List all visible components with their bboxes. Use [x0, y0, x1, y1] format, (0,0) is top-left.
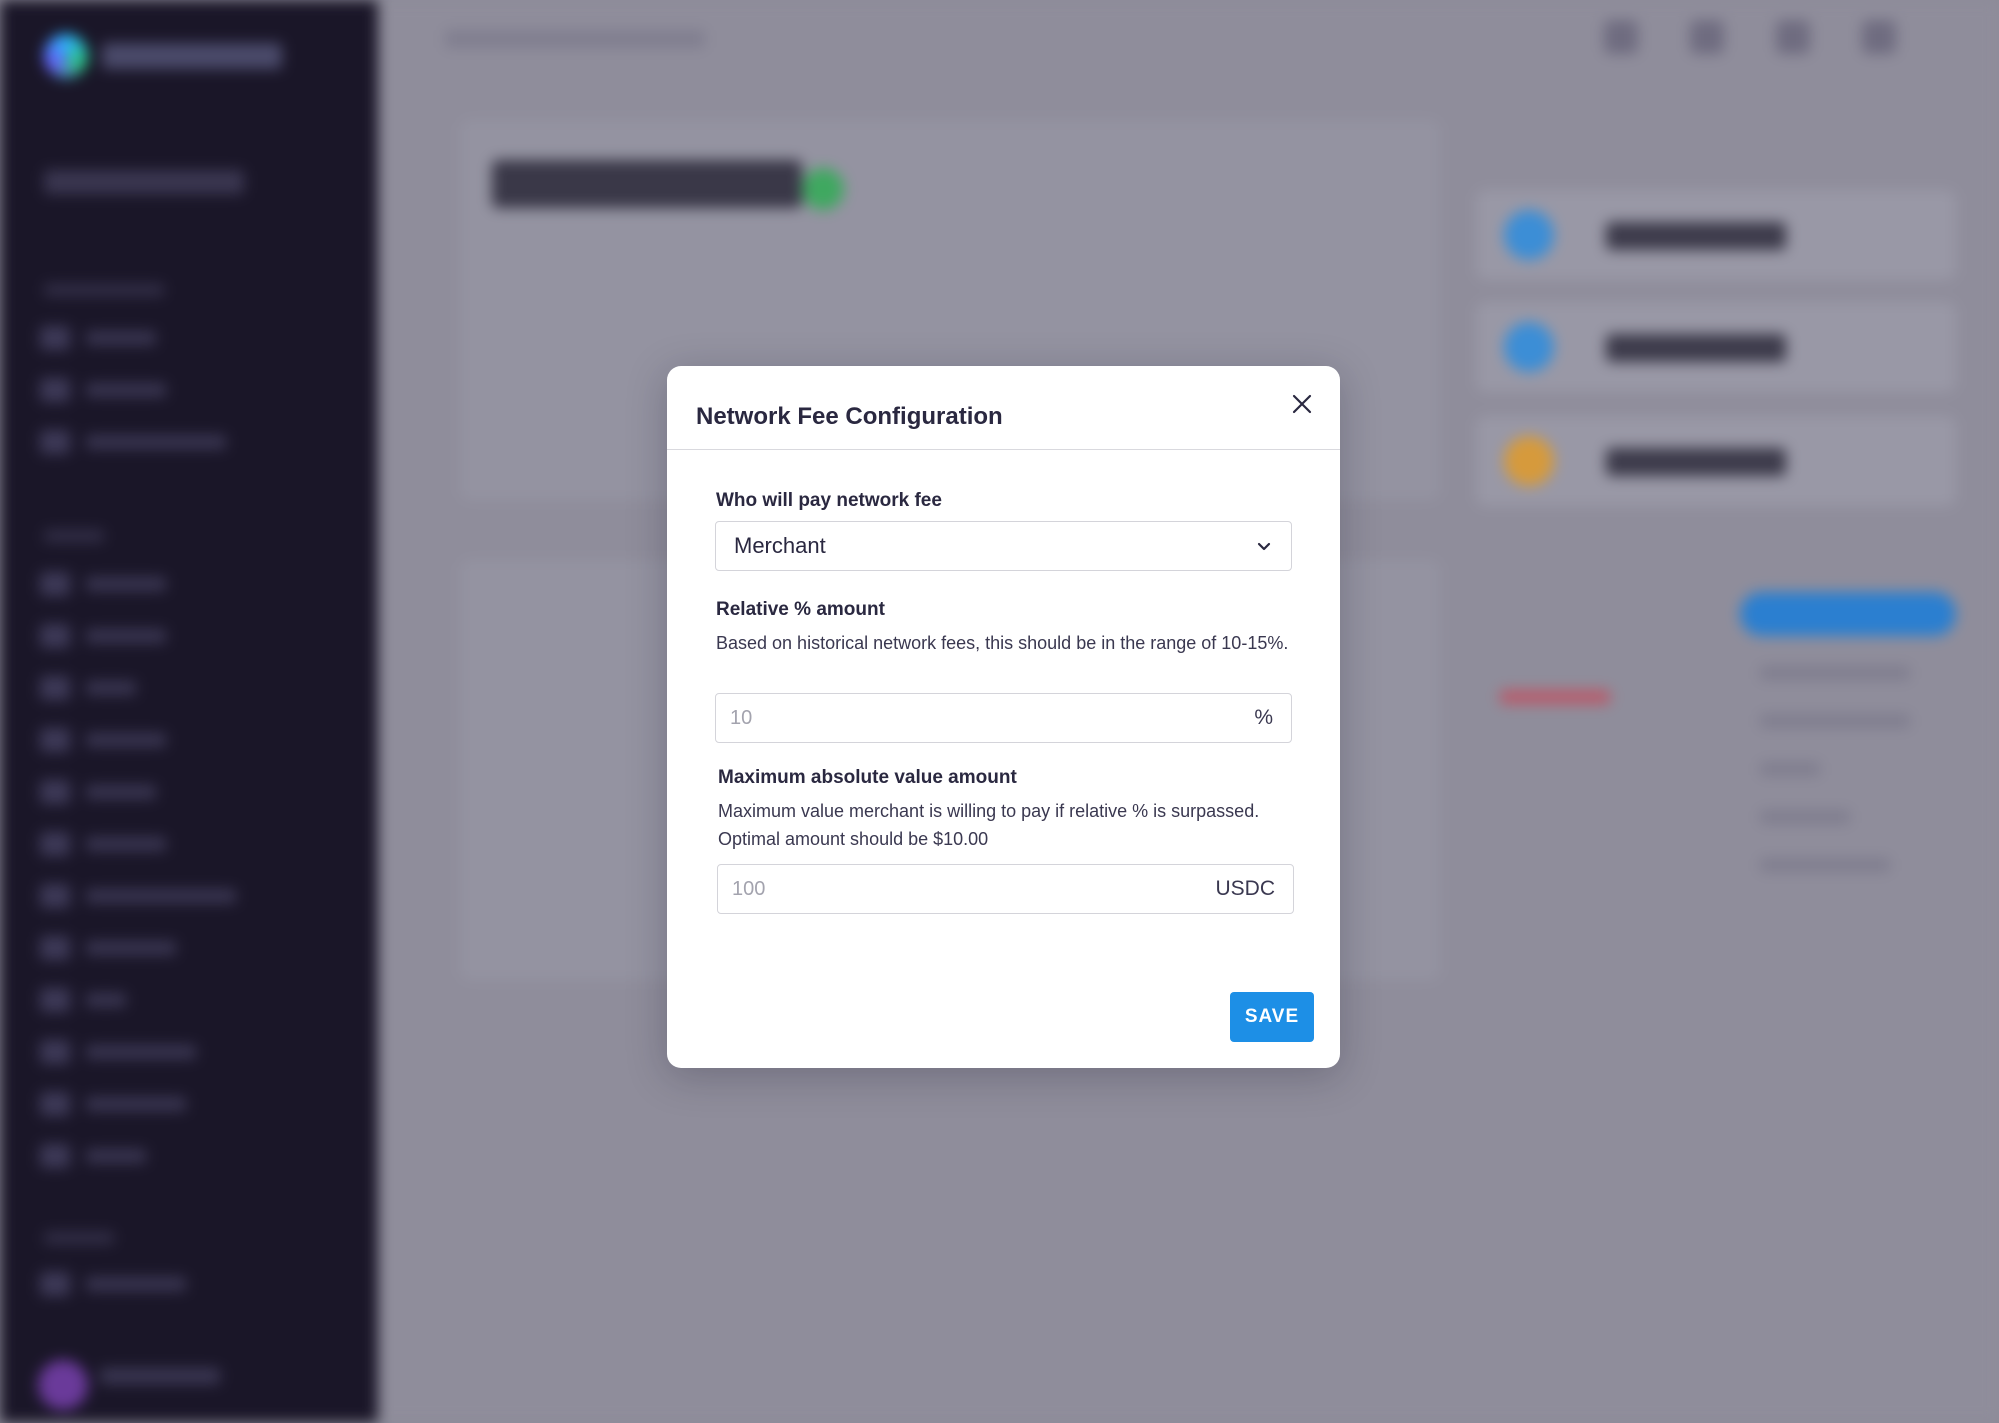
header-icon [1862, 20, 1896, 54]
menu-line [1760, 762, 1820, 776]
sidebar-item [40, 326, 156, 350]
sidebar-item [40, 676, 136, 700]
payer-select-value: Merchant [734, 533, 826, 558]
header-icon [1776, 20, 1810, 54]
menu-line [1760, 858, 1890, 872]
maximum-help: Maximum value merchant is willing to pay… [718, 801, 1260, 849]
chevron-down-icon [1257, 542, 1271, 551]
balance-card [1476, 190, 1956, 280]
modal-header: Network Fee Configuration [667, 366, 1340, 450]
payer-label: Who will pay network fee [716, 490, 942, 511]
sidebar-item [40, 988, 126, 1012]
sidebar-item [40, 780, 156, 804]
maximum-input-box: USDC [717, 864, 1294, 914]
balance-card [1476, 416, 1956, 506]
user-name [100, 1368, 220, 1384]
sidebar-search [44, 170, 244, 194]
sidebar-item [40, 624, 166, 648]
logo-mark [44, 34, 88, 78]
payer-select[interactable]: Merchant [715, 521, 1292, 571]
sidebar-section [44, 1232, 114, 1244]
sidebar-item [40, 1272, 186, 1296]
sidebar-item [40, 572, 166, 596]
sidebar-item [40, 1040, 196, 1064]
save-button[interactable]: SAVE [1230, 992, 1314, 1042]
header-icon [1690, 20, 1724, 54]
maximum-input[interactable] [718, 877, 1216, 901]
relative-input[interactable] [716, 706, 1255, 730]
sidebar-section [44, 284, 164, 296]
sidebar-item [40, 430, 226, 454]
close-icon [1292, 394, 1312, 414]
sidebar-item [40, 378, 166, 402]
relative-input-box: % [715, 693, 1292, 743]
action-button-bg [1740, 592, 1956, 636]
sidebar-item [40, 1092, 186, 1116]
menu-line [1760, 810, 1850, 824]
breadcrumb [445, 30, 705, 48]
merchant-title [492, 160, 802, 208]
relative-label: Relative % amount [716, 599, 885, 620]
relative-suffix: % [1254, 706, 1273, 729]
sidebar-item [40, 884, 236, 908]
network-fee-modal: Network Fee Configuration Who will pay n… [667, 366, 1340, 1068]
status-line [1500, 690, 1610, 704]
menu-line [1760, 666, 1910, 680]
relative-help: Based on historical network fees, this s… [716, 633, 1289, 653]
close-button[interactable] [1286, 388, 1318, 420]
menu-line [1760, 714, 1910, 728]
maximum-suffix: USDC [1215, 877, 1275, 900]
modal-title: Network Fee Configuration [696, 403, 1003, 430]
balance-card [1476, 302, 1956, 392]
app-logo [44, 34, 282, 78]
avatar [38, 1360, 88, 1410]
maximum-label: Maximum absolute value amount [718, 767, 1017, 788]
verified-badge [802, 168, 844, 210]
sidebar-item [40, 936, 176, 960]
sidebar [0, 0, 378, 1423]
sidebar-item [40, 728, 166, 752]
header-icon [1604, 20, 1638, 54]
sidebar-item [40, 1144, 146, 1168]
sidebar-item [40, 832, 166, 856]
logo-wordmark [102, 43, 282, 69]
sidebar-section [44, 530, 104, 542]
